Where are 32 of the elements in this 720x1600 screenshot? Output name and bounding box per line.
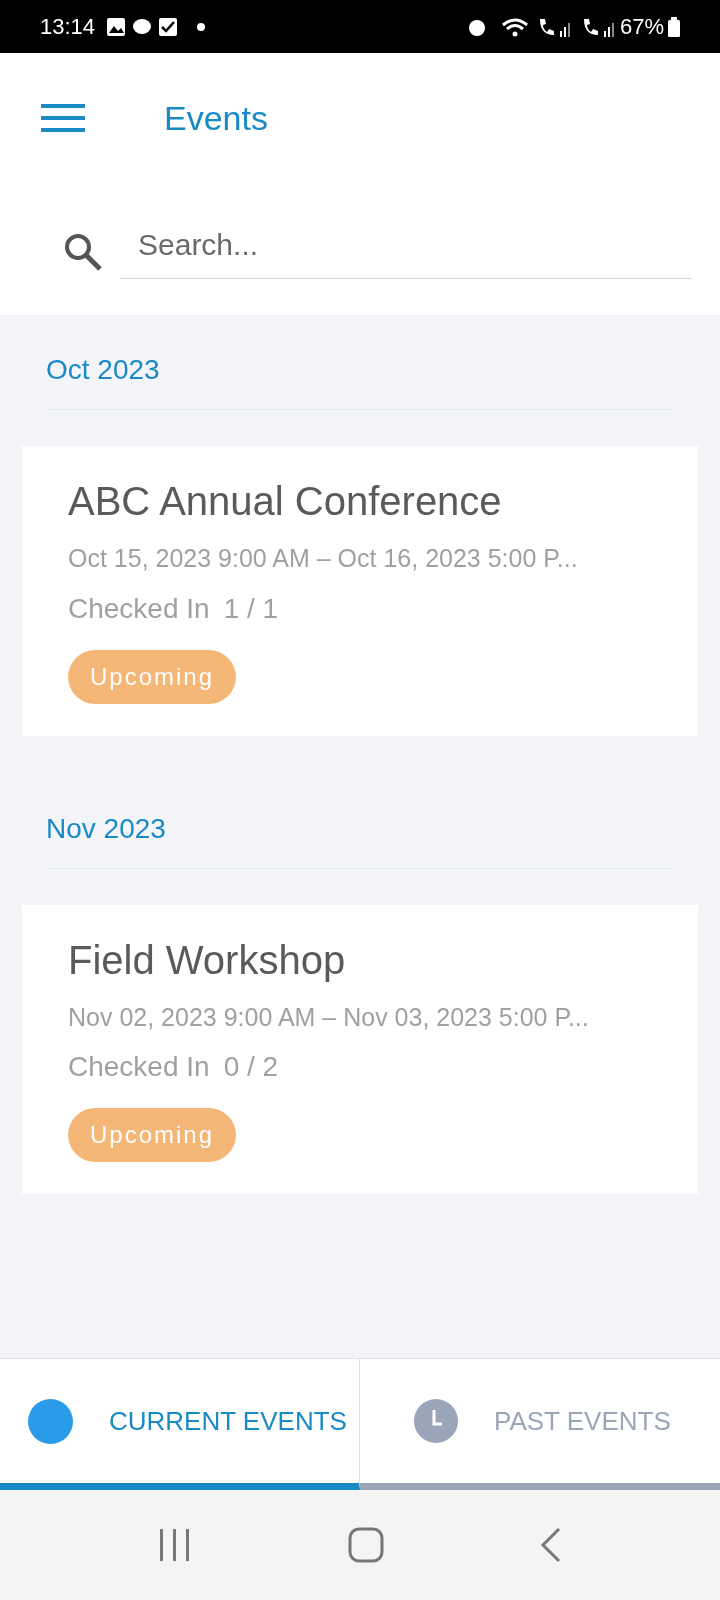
wifi-icon bbox=[501, 16, 528, 37]
month-heading: Nov 2023 bbox=[46, 812, 166, 844]
clock-icon bbox=[414, 1399, 458, 1443]
back-icon[interactable] bbox=[540, 1527, 562, 1563]
battery-icon bbox=[668, 16, 680, 37]
status-badge: Upcoming bbox=[68, 649, 237, 704]
event-title: Field Workshop bbox=[68, 936, 346, 984]
event-card[interactable]: ABC Annual Conference Oct 15, 2023 9:00 AM – Oct 16, 2023 5:00 P... Checked In 1 / 1 Upcoming bbox=[22, 446, 698, 736]
event-dates: Nov 02, 2023 9:00 AM – Nov 03, 2023 5:00 P... bbox=[68, 1001, 589, 1033]
search-field[interactable]: Search... bbox=[120, 211, 692, 279]
call-signal-icon bbox=[539, 16, 572, 37]
status-badge: Upcoming bbox=[68, 1108, 237, 1162]
month-heading: Oct 2023 bbox=[46, 354, 160, 385]
recent-apps-icon[interactable] bbox=[158, 1527, 192, 1563]
page-title: Events bbox=[164, 97, 268, 139]
event-card[interactable]: Field Workshop Nov 02, 2023 9:00 AM – Nov 03, 2023 5:00 P... Checked In 0 / 2 Upcoming bbox=[22, 904, 698, 1194]
circle-icon bbox=[28, 1398, 73, 1444]
checked-in-label: Checked In bbox=[68, 1050, 210, 1084]
event-dates: Oct 15, 2023 9:00 AM – Oct 16, 2023 5:00 P... bbox=[68, 543, 578, 574]
image-icon bbox=[107, 17, 126, 36]
battery-percent: 67% bbox=[619, 13, 664, 41]
checked-in-count: 0 / 2 bbox=[223, 1050, 279, 1084]
home-icon[interactable] bbox=[348, 1527, 384, 1563]
checked-in-count: 1 / 1 bbox=[223, 591, 279, 626]
dot-icon bbox=[197, 22, 206, 31]
checkbox-icon bbox=[159, 17, 178, 36]
call-signal-icon bbox=[583, 16, 616, 37]
event-title: ABC Annual Conference bbox=[68, 478, 502, 525]
search-icon bbox=[62, 231, 104, 273]
status-time: 13:14 bbox=[40, 13, 96, 41]
menu-icon[interactable] bbox=[41, 103, 85, 133]
checked-in-label: Checked In bbox=[68, 591, 210, 626]
